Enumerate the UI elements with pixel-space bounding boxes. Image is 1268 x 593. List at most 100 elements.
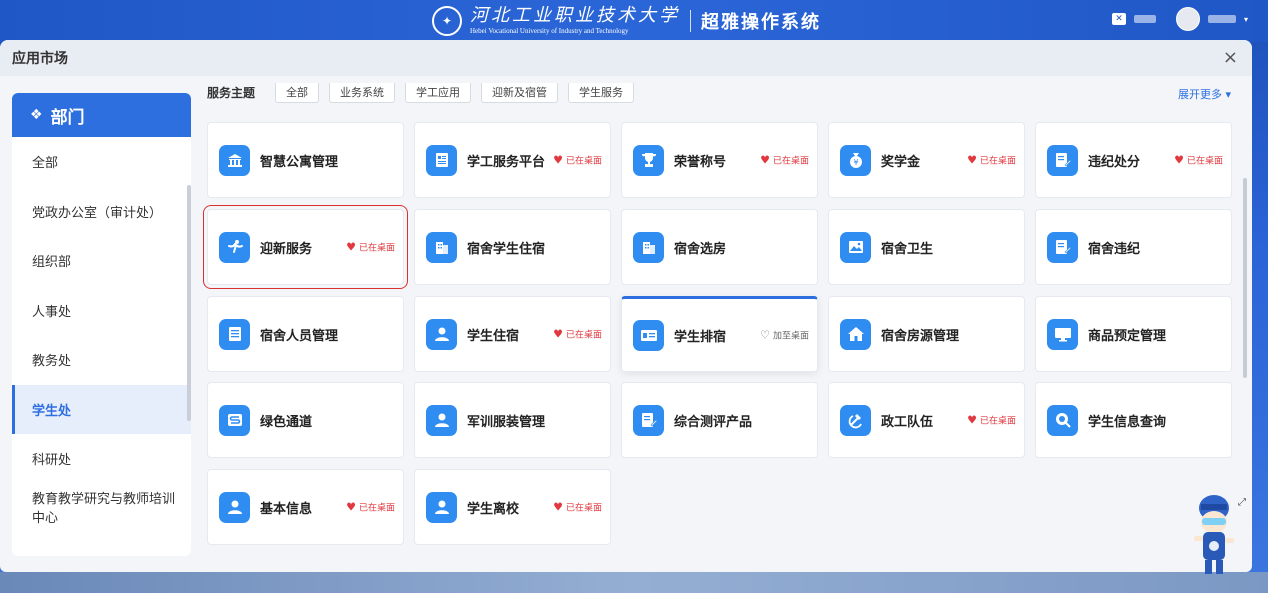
grid-scrollbar[interactable] xyxy=(1243,178,1247,378)
add-to-desktop-button[interactable]: ♡ 加至桌面 xyxy=(760,329,809,342)
sidebar-title: 部门 xyxy=(50,107,85,128)
sidebar-item[interactable]: 全部 xyxy=(12,137,191,187)
app-card[interactable]: 迎新服务 ♥ 已在桌面 xyxy=(203,205,408,289)
status-label: 已在桌面 xyxy=(565,503,602,514)
sidebar-item[interactable]: 学生处 xyxy=(12,384,191,434)
on-desktop-status[interactable]: ♥ 已在桌面 xyxy=(1174,154,1223,167)
app-card[interactable]: 智慧公寓管理 xyxy=(207,122,404,198)
filter-chip[interactable]: 业务系统 xyxy=(329,83,396,103)
app-card[interactable]: ¥ 奖学金 ♥ 已在桌面 xyxy=(828,122,1025,198)
app-name: 绿色通道 xyxy=(260,414,313,430)
layers-icon: ❖ xyxy=(30,107,43,123)
on-desktop-status[interactable]: ♥ 已在桌面 xyxy=(553,328,602,341)
user-icon xyxy=(219,491,250,523)
home-icon xyxy=(840,318,871,350)
modal-title: 应用市场 xyxy=(12,51,68,67)
app-name: 宿舍房源管理 xyxy=(881,328,960,344)
close-icon[interactable]: × xyxy=(1223,49,1238,67)
university-emblem-icon: ✦ xyxy=(432,6,462,36)
edit-document-icon xyxy=(633,404,664,436)
sidebar-item[interactable]: 党政办公室（审计处） xyxy=(12,187,191,237)
expand-more-link[interactable]: 展开更多 ▾ xyxy=(1178,86,1231,102)
user-icon xyxy=(426,491,457,523)
app-card[interactable]: 宿舍学生住宿 xyxy=(414,209,611,285)
on-desktop-status[interactable]: ♥ 已在桌面 xyxy=(967,154,1016,167)
app-card[interactable]: 宿舍卫生 xyxy=(828,209,1025,285)
screen-close-icon[interactable]: ✕ xyxy=(1111,13,1126,25)
app-card[interactable]: 学生排宿 ♡ 加至桌面 xyxy=(621,296,818,372)
app-name: 宿舍违纪 xyxy=(1088,241,1141,257)
app-name: 宿舍人员管理 xyxy=(260,328,339,344)
filter-label: 服务主题 xyxy=(207,85,256,100)
on-desktop-status[interactable]: ♥ 已在桌面 xyxy=(553,501,602,514)
image-icon xyxy=(840,231,871,263)
app-card[interactable]: 学生住宿 ♥ 已在桌面 xyxy=(414,296,611,372)
desktop-background xyxy=(0,572,1268,593)
filter-chip[interactable]: 学生服务 xyxy=(568,83,635,103)
heart-filled-icon: ♥ xyxy=(760,153,770,167)
sidebar-item[interactable]: 科研处 xyxy=(12,434,191,484)
app-card[interactable]: 军训服装管理 xyxy=(414,382,611,458)
chevron-down-icon[interactable]: ▾ xyxy=(1244,15,1248,24)
filter-chip[interactable]: 全部 xyxy=(275,83,320,103)
document-icon xyxy=(426,144,457,176)
app-card[interactable]: 违纪处分 ♥ 已在桌面 xyxy=(1035,122,1232,198)
app-name: 政工队伍 xyxy=(881,414,934,430)
blurred-username[interactable] xyxy=(1207,15,1236,23)
heart-filled-icon: ♥ xyxy=(553,327,563,341)
app-card[interactable]: 学工服务平台 ♥ 已在桌面 xyxy=(414,122,611,198)
heart-filled-icon: ♥ xyxy=(553,153,563,167)
status-label: 已在桌面 xyxy=(979,416,1016,427)
filter-chip[interactable]: 学工应用 xyxy=(405,83,472,103)
on-desktop-status[interactable]: ♥ 已在桌面 xyxy=(346,501,395,514)
filter-row: 服务主题 全部 业务系统 学工应用 迎新及宿管 学生服务 展开更多 ▾ xyxy=(207,83,1237,103)
status-label: 已在桌面 xyxy=(565,330,602,341)
app-card[interactable]: 政工队伍 ♥ 已在桌面 xyxy=(828,382,1025,458)
expand-arrows-icon[interactable]: ⤢ xyxy=(1238,497,1246,508)
app-name: 宿舍学生住宿 xyxy=(467,241,546,257)
heart-outline-icon: ♡ xyxy=(760,328,770,342)
sidebar-item[interactable]: 组织部 xyxy=(12,236,191,286)
sidebar-scrollbar[interactable] xyxy=(187,185,191,421)
app-card[interactable]: 绿色通道 xyxy=(207,382,404,458)
app-card[interactable]: 综合测评产品 xyxy=(621,382,818,458)
trophy-icon xyxy=(633,144,664,176)
list-icon xyxy=(219,318,250,350)
blurred-label xyxy=(1133,15,1156,23)
sidebar-item[interactable]: 人事处 xyxy=(12,286,191,336)
building-icon xyxy=(633,231,664,263)
filter-chip[interactable]: 迎新及宿管 xyxy=(481,83,559,103)
modal-header: 应用市场 × xyxy=(0,40,1252,76)
avatar[interactable] xyxy=(1175,7,1200,31)
app-name: 学生离校 xyxy=(467,501,520,517)
app-card[interactable]: 宿舍人员管理 xyxy=(207,296,404,372)
app-card[interactable]: 学生离校 ♥ 已在桌面 xyxy=(414,469,611,545)
department-sidebar: ❖ 部门 全部 党政办公室（审计处） 组织部 人事处 教务处 学生处 科研处 教育教学研究与教… xyxy=(12,93,191,556)
status-label: 已在桌面 xyxy=(772,156,809,167)
on-desktop-status[interactable]: ♥ 已在桌面 xyxy=(346,241,395,254)
id-card-icon xyxy=(633,319,664,351)
app-name: 商品预定管理 xyxy=(1088,328,1167,344)
app-card[interactable]: 宿舍选房 xyxy=(621,209,818,285)
user-icon xyxy=(426,404,457,436)
app-name: 违纪处分 xyxy=(1088,154,1141,170)
status-label: 加至桌面 xyxy=(772,331,809,342)
app-card[interactable]: 学生信息查询 xyxy=(1035,382,1232,458)
sidebar-item[interactable]: 教育教学研究与教师培训中心 xyxy=(12,484,191,536)
on-desktop-status[interactable]: ♥ 已在桌面 xyxy=(760,154,809,167)
app-card[interactable]: 宿舍房源管理 xyxy=(828,296,1025,372)
sidebar-item[interactable]: 教务处 xyxy=(12,335,191,385)
app-card[interactable]: 荣誉称号 ♥ 已在桌面 xyxy=(621,122,818,198)
app-card[interactable]: 宿舍违纪 xyxy=(1035,209,1232,285)
status-label: 已在桌面 xyxy=(979,156,1016,167)
s-road-icon xyxy=(219,404,250,436)
top-right-tools: ✕ ▾ xyxy=(1111,7,1248,31)
mascot-assistant[interactable] xyxy=(1188,494,1240,578)
edit-document-icon xyxy=(1047,144,1078,176)
app-market-modal: 应用市场 × ❖ 部门 全部 党政办公室（审计处） 组织部 人事处 教务处 学生处 科研处教… xyxy=(0,40,1252,572)
on-desktop-status[interactable]: ♥ 已在桌面 xyxy=(967,414,1016,427)
heart-filled-icon: ♥ xyxy=(967,413,977,427)
app-card[interactable]: 基本信息 ♥ 已在桌面 xyxy=(207,469,404,545)
on-desktop-status[interactable]: ♥ 已在桌面 xyxy=(553,154,602,167)
app-card[interactable]: 商品预定管理 xyxy=(1035,296,1232,372)
